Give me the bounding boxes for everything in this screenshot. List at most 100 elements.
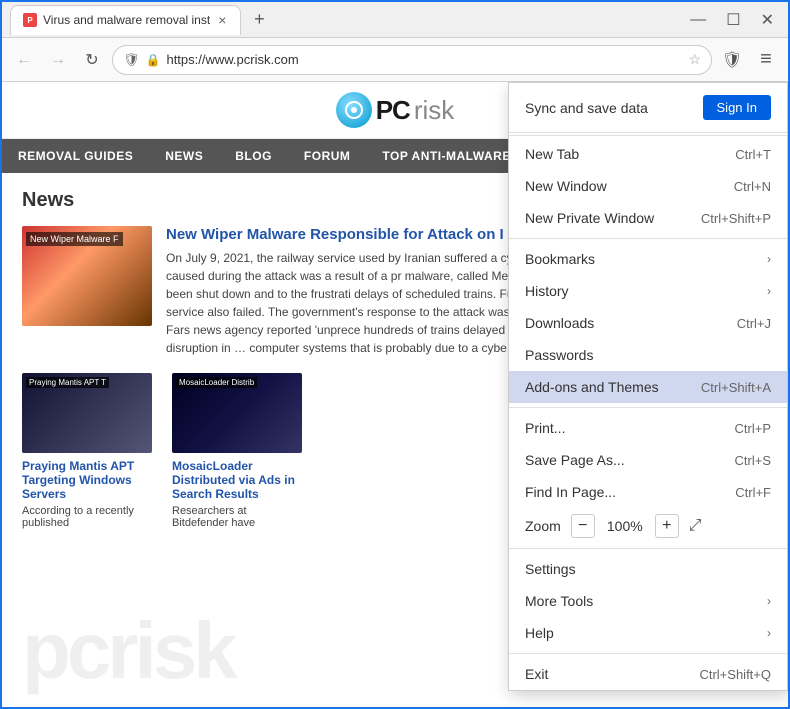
menu-item-save-page-label: Save Page As... [525,452,735,468]
forward-button[interactable]: → [44,46,72,74]
minimize-button[interactable]: — [684,9,712,31]
menu-item-bookmarks[interactable]: Bookmarks › [509,243,787,275]
menu-item-new-tab-label: New Tab [525,146,735,162]
menu-item-addons-label: Add-ons and Themes [525,379,701,395]
maximize-button[interactable]: ☐ [720,8,746,32]
menu-item-more-tools[interactable]: More Tools › [509,585,787,617]
logo-pc: PC [376,95,410,126]
menu-item-print[interactable]: Print... Ctrl+P [509,412,787,444]
zoom-expand-button[interactable]: ⤢ [689,517,702,535]
menu-item-exit[interactable]: Exit Ctrl+Shift+Q [509,658,787,690]
bookmark-star-icon[interactable]: ☆ [688,51,701,68]
menu-divider-2 [509,238,787,239]
zoom-value: 100% [605,518,645,534]
menu-divider-5 [509,653,787,654]
thumb-label: New Wiper Malware F [26,232,123,246]
zoom-label: Zoom [525,518,561,534]
sync-title: Sync and save data [525,100,648,116]
nav-removal-guides[interactable]: REMOVAL GUIDES [2,139,149,173]
nav-top-antimalware[interactable]: TOP ANTI-MALWARE [366,139,526,173]
thumb-label-1: MosaicLoader Distrib [176,377,257,388]
menu-item-history-label: History [525,283,759,299]
menu-item-private-window-shortcut: Ctrl+Shift+P [701,211,771,226]
menu-item-settings[interactable]: Settings [509,553,787,585]
menu-item-private-window-label: New Private Window [525,210,701,226]
zoom-plus-button[interactable]: + [655,514,679,538]
shield-icon: 🛡 [123,52,140,68]
refresh-button[interactable]: ↻ [78,46,106,74]
menu-item-print-label: Print... [525,420,735,436]
menu-item-find-label: Find In Page... [525,484,735,500]
menu-item-help-label: Help [525,625,759,641]
zoom-row: Zoom − 100% + ⤢ [509,508,787,544]
praying-mantis-thumbnail: Praying Mantis APT T [22,373,152,453]
close-window-button[interactable]: ✕ [755,8,780,32]
nav-news[interactable]: NEWS [149,139,219,173]
menu-item-passwords[interactable]: Passwords [509,339,787,371]
logo-icon [344,100,364,120]
url-text: https://www.pcrisk.com [166,52,682,67]
news-card-1-thumb: MosaicLoader Distrib [172,373,302,453]
menu-item-find[interactable]: Find In Page... Ctrl+F [509,476,787,508]
back-button[interactable]: ← [10,46,38,74]
nav-blog[interactable]: BLOG [219,139,288,173]
menu-item-exit-label: Exit [525,666,699,682]
tab-close-button[interactable]: × [216,12,228,28]
menu-item-more-tools-label: More Tools [525,593,759,609]
menu-item-help[interactable]: Help › [509,617,787,649]
menu-item-downloads-shortcut: Ctrl+J [737,316,771,331]
menu-item-downloads[interactable]: Downloads Ctrl+J [509,307,787,339]
thumb-label-0: Praying Mantis APT T [26,377,109,388]
menu-item-passwords-label: Passwords [525,347,771,363]
logo-risk: risk [414,95,454,126]
menu-item-private-window[interactable]: New Private Window Ctrl+Shift+P [509,202,787,234]
menu-item-new-window[interactable]: New Window Ctrl+N [509,170,787,202]
zoom-minus-button[interactable]: − [571,514,595,538]
news-card-0: Praying Mantis APT T Praying Mantis APT … [22,373,152,529]
history-arrow-icon: › [767,284,771,298]
menu-item-exit-shortcut: Ctrl+Shift+Q [699,667,771,682]
menu-item-new-tab[interactable]: New Tab Ctrl+T [509,138,787,170]
new-tab-button[interactable]: + [245,6,273,34]
news-card-1-excerpt: Researchers at Bitdefender have [172,505,302,529]
window-controls: — ☐ ✕ [684,8,780,32]
active-tab[interactable]: P Virus and malware removal inst × [10,5,241,35]
menu-item-save-page-shortcut: Ctrl+S [735,453,771,468]
menu-item-find-shortcut: Ctrl+F [735,485,771,500]
menu-item-save-page[interactable]: Save Page As... Ctrl+S [509,444,787,476]
menu-item-addons[interactable]: Add-ons and Themes Ctrl+Shift+A [509,371,787,403]
menu-item-print-shortcut: Ctrl+P [735,421,771,436]
menu-sync-header: Sync and save data Sign In [509,83,787,133]
wallet-icon[interactable]: 🛡 [718,46,746,74]
mosaic-loader-thumbnail: MosaicLoader Distrib [172,373,302,453]
menu-item-new-window-label: New Window [525,178,734,194]
firefox-dropdown-menu: Sync and save data Sign In New Tab Ctrl+… [508,82,788,691]
page-content: PCrisk REMOVAL GUIDES NEWS BLOG FORUM TO… [2,82,788,707]
tab-favicon: P [23,13,37,27]
menu-item-downloads-label: Downloads [525,315,737,331]
site-logo: PCrisk [336,92,455,128]
news-card-1: MosaicLoader Distrib MosaicLoader Distri… [172,373,302,529]
menu-button[interactable]: ≡ [752,46,780,74]
tab-title: Virus and malware removal inst [43,13,210,27]
menu-item-addons-shortcut: Ctrl+Shift+A [701,380,771,395]
title-bar: P Virus and malware removal inst × + — ☐… [2,2,788,38]
nav-forum[interactable]: FORUM [288,139,367,173]
news-card-1-title[interactable]: MosaicLoader Distributed via Ads in Sear… [172,459,302,501]
sign-in-button[interactable]: Sign In [703,95,771,120]
browser-window: P Virus and malware removal inst × + — ☐… [0,0,790,709]
news-card-0-title[interactable]: Praying Mantis APT Targeting Windows Ser… [22,459,152,501]
menu-item-bookmarks-label: Bookmarks [525,251,759,267]
menu-divider-3 [509,407,787,408]
news-card-0-thumb: Praying Mantis APT T [22,373,152,453]
menu-item-history[interactable]: History › [509,275,787,307]
menu-item-new-window-shortcut: Ctrl+N [734,179,771,194]
menu-item-new-tab-shortcut: Ctrl+T [735,147,771,162]
site-watermark: pcrisk [22,605,234,697]
address-bar: ← → ↻ 🛡 🔒 https://www.pcrisk.com ☆ 🛡 ≡ [2,38,788,82]
url-bar[interactable]: 🛡 🔒 https://www.pcrisk.com ☆ [112,45,712,75]
toolbar-icons: 🛡 ≡ [718,46,780,74]
news-card-0-excerpt: According to a recently published [22,505,152,529]
menu-item-settings-label: Settings [525,561,771,577]
bookmarks-arrow-icon: › [767,252,771,266]
